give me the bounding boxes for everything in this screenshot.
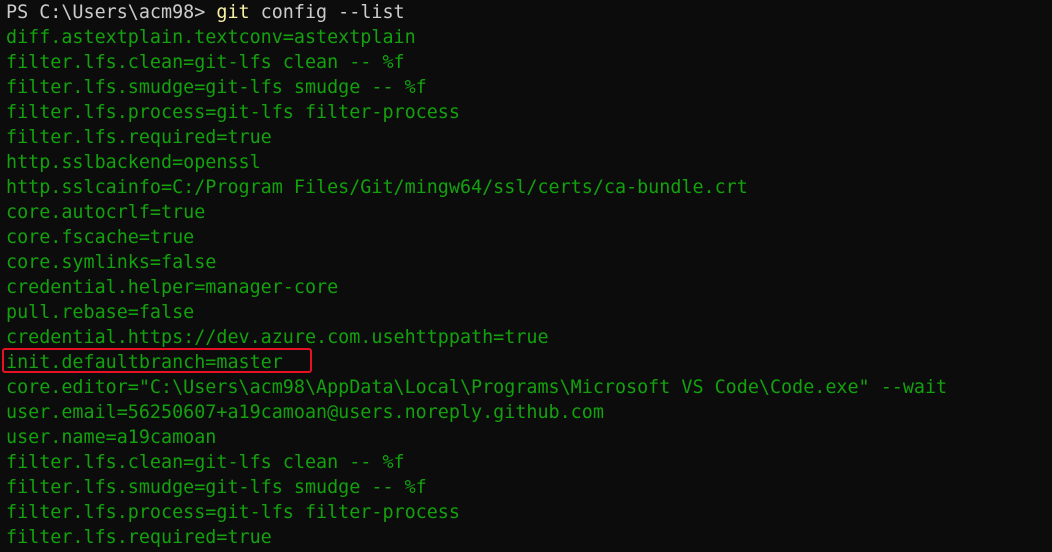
output-line: filter.lfs.smudge=git-lfs smudge -- %f: [6, 77, 427, 98]
output-line: filter.lfs.clean=git-lfs clean -- %f: [6, 452, 405, 473]
output-line: filter.lfs.process=git-lfs filter-proces…: [6, 502, 460, 523]
terminal-window[interactable]: PS C:\Users\acm98> git config --list dif…: [0, 0, 1052, 552]
output-line-highlighted: init.defaultbranch=master: [6, 352, 283, 373]
output-line: http.sslcainfo=C:/Program Files/Git/ming…: [6, 177, 748, 198]
command-prompt-line: PS C:\Users\acm98> git config --list: [6, 0, 947, 25]
output-line: credential.https://dev.azure.com.usehttp…: [6, 327, 549, 348]
output-line: filter.lfs.clean=git-lfs clean -- %f: [6, 52, 405, 73]
output-line: filter.lfs.smudge=git-lfs smudge -- %f: [6, 477, 427, 498]
output-line: pull.rebase=false: [6, 302, 195, 323]
output-line: diff.astextplain.textconv=astextplain: [6, 27, 416, 48]
output-line: core.symlinks=false: [6, 252, 217, 273]
output-line: filter.lfs.process=git-lfs filter-proces…: [6, 102, 460, 123]
output-line: credential.helper=manager-core: [6, 277, 339, 298]
command-name: git: [216, 2, 250, 23]
output-line: user.name=a19camoan: [6, 427, 217, 448]
output-line: core.autocrlf=true: [6, 202, 206, 223]
output-line: http.sslbackend=openssl: [6, 152, 261, 173]
output-line: user.email=56250607+a19camoan@users.nore…: [6, 402, 604, 423]
output-line: core.editor="C:\Users\acm98\AppData\Loca…: [6, 377, 948, 398]
terminal-output: PS C:\Users\acm98> git config --list dif…: [6, 0, 947, 550]
command-args: config --list: [249, 2, 405, 23]
output-line: core.fscache=true: [6, 227, 195, 248]
prompt-path: PS C:\Users\acm98>: [6, 2, 217, 23]
output-line: filter.lfs.required=true: [6, 127, 272, 148]
output-line: filter.lfs.required=true: [6, 527, 272, 548]
